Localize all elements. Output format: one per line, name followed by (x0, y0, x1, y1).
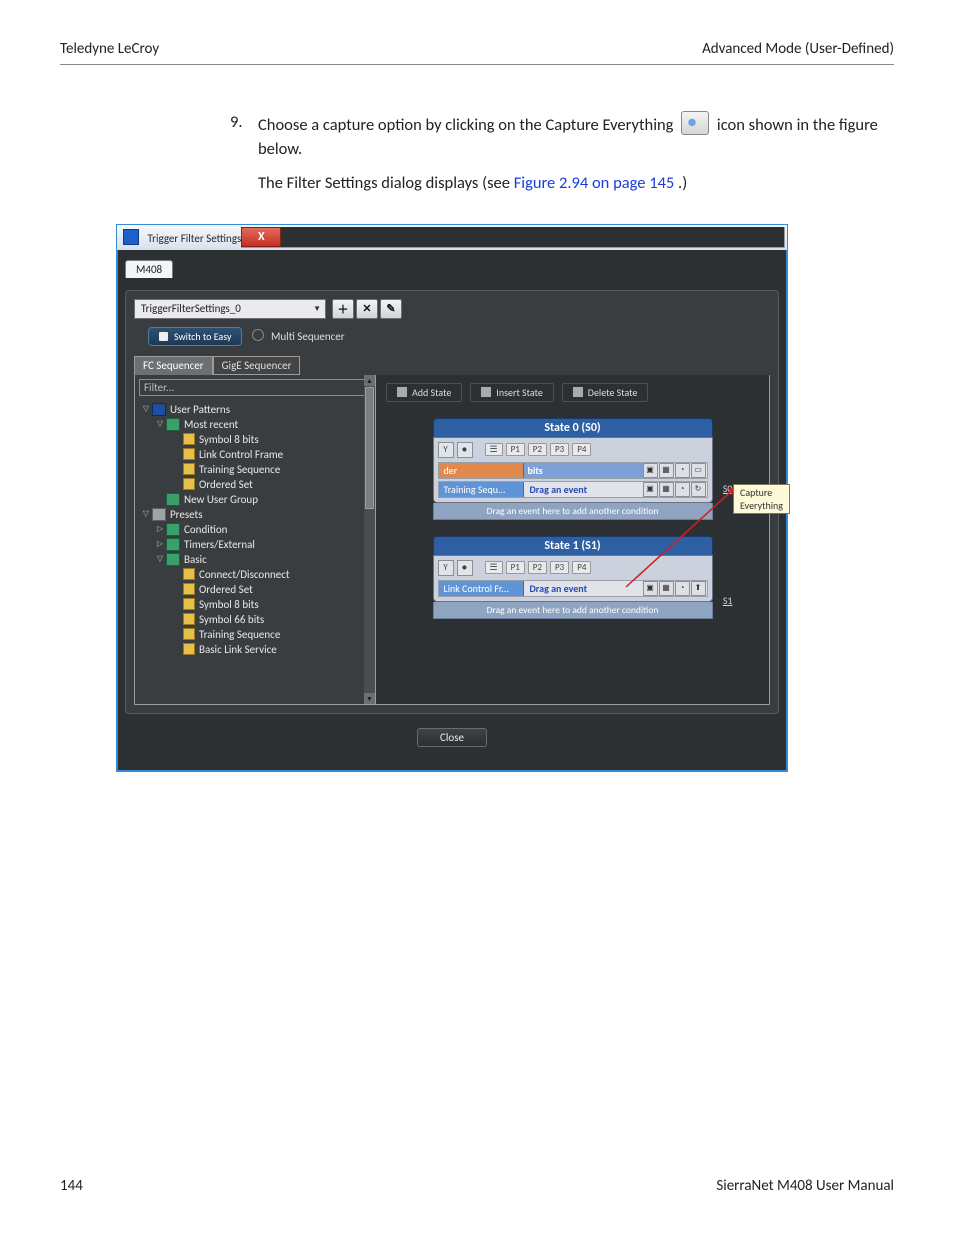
header-right: Advanced Mode (User-Defined) (702, 40, 894, 58)
insert-state-button[interactable]: Insert State (470, 383, 554, 402)
tree-filter-input[interactable]: Filter... (139, 379, 371, 396)
scroll-down-button[interactable]: ▼ (364, 693, 375, 704)
state-0-port-p4[interactable]: P4 (572, 443, 591, 456)
tree-scrollbar[interactable]: ▲ ▼ (364, 375, 375, 704)
trigger-filter-dialog: Trigger Filter Settings X M408 TriggerFi… (116, 224, 788, 772)
edit-settings-button[interactable]: ✎ (380, 299, 402, 319)
state-1-tool-filter[interactable]: Y (438, 560, 454, 576)
tab-fc-sequencer[interactable]: FC Sequencer (134, 356, 213, 375)
tree-symbol-66-bits[interactable]: Symbol 66 bits (139, 612, 375, 627)
state-0-port-selector[interactable]: ☰ (485, 443, 503, 456)
switch-icon (159, 332, 168, 341)
state-1-port-p4[interactable]: P4 (572, 561, 591, 574)
header-left: Teledyne LeCroy (60, 40, 159, 58)
capture-everything-icon (681, 111, 709, 135)
tree-most-recent[interactable]: ▽Most recent (139, 417, 375, 432)
tree-symbol-8-bits-a[interactable]: Symbol 8 bits (139, 432, 375, 447)
tree-ordered-set-a[interactable]: Ordered Set (139, 477, 375, 492)
add-settings-button[interactable]: ＋ (332, 299, 354, 319)
state-1-port-p3[interactable]: P3 (550, 561, 569, 574)
tree-presets[interactable]: ▽Presets (139, 507, 375, 522)
tab-gige-sequencer[interactable]: GigE Sequencer (213, 356, 301, 375)
tree-training-sequence-a[interactable]: Training Sequence (139, 462, 375, 477)
state-1-port-p2[interactable]: P2 (528, 561, 547, 574)
tree-symbol-8-bits-b[interactable]: Symbol 8 bits (139, 597, 375, 612)
tree-training-sequence-b[interactable]: Training Sequence (139, 627, 375, 642)
step-text-1: Choose a capture option by clicking on t… (258, 111, 894, 162)
doc-title: SierraNet M408 User Manual (716, 1177, 894, 1195)
delete-state-icon (573, 387, 583, 397)
app-icon (123, 229, 139, 245)
dialog-title: Trigger Filter Settings (123, 229, 241, 245)
step-number: 9. (230, 111, 258, 206)
remove-settings-button[interactable]: ✕ (356, 299, 378, 319)
tree-basic[interactable]: ▽Basic (139, 552, 375, 567)
add-state-button[interactable]: Add State (386, 383, 462, 402)
tree-basic-link-service[interactable]: Basic Link Service (139, 642, 375, 657)
tree-connect-disconnect[interactable]: Connect/Disconnect (139, 567, 375, 582)
tab-m408[interactable]: M408 (125, 260, 173, 278)
tree-condition[interactable]: ▷Condition (139, 522, 375, 537)
scroll-thumb[interactable] (365, 387, 374, 509)
state-0-port-p2[interactable]: P2 (528, 443, 547, 456)
radio-icon (252, 329, 264, 341)
state-1-dropzone[interactable]: Drag an event here to add another condit… (433, 602, 713, 619)
step-text-2: The Filter Settings dialog displays (see… (258, 172, 894, 196)
window-close-button[interactable]: X (241, 227, 281, 247)
add-state-icon (397, 387, 407, 397)
capture-everything-tooltip: Capture Everything (733, 484, 790, 514)
state-0-port-p3[interactable]: P3 (550, 443, 569, 456)
state-0-tool-filter[interactable]: Y (438, 442, 454, 458)
scroll-up-button[interactable]: ▲ (364, 375, 375, 386)
settings-name-dropdown[interactable]: TriggerFilterSettings_0 (134, 299, 326, 319)
tree-ordered-set-b[interactable]: Ordered Set (139, 582, 375, 597)
switch-to-easy-button[interactable]: Switch to Easy (148, 327, 242, 346)
tree-user-patterns[interactable]: ▽User Patterns (139, 402, 375, 417)
multi-sequencer-option[interactable]: Multi Sequencer (252, 329, 344, 343)
page-number: 144 (60, 1177, 83, 1195)
state-0-port-p1[interactable]: P1 (506, 443, 525, 456)
tree-timers-external[interactable]: ▷Timers/External (139, 537, 375, 552)
insert-state-icon (481, 387, 491, 397)
delete-state-button[interactable]: Delete State (562, 383, 649, 402)
figure-ref-link[interactable]: Figure 2.94 on page 145 (514, 173, 675, 193)
tree-link-control-frame[interactable]: Link Control Frame (139, 447, 375, 462)
state-1-port-p1[interactable]: P1 (506, 561, 525, 574)
pattern-tree: ▽User Patterns ▽Most recent Symbol 8 bit… (135, 400, 375, 704)
state-0-tool-capture[interactable]: ● (457, 442, 473, 458)
state-1-port-selector[interactable]: ☰ (485, 561, 503, 574)
tree-new-user-group[interactable]: New User Group (139, 492, 375, 507)
dialog-close-button[interactable]: Close (417, 728, 487, 747)
state-1-tool-capture[interactable]: ● (457, 560, 473, 576)
